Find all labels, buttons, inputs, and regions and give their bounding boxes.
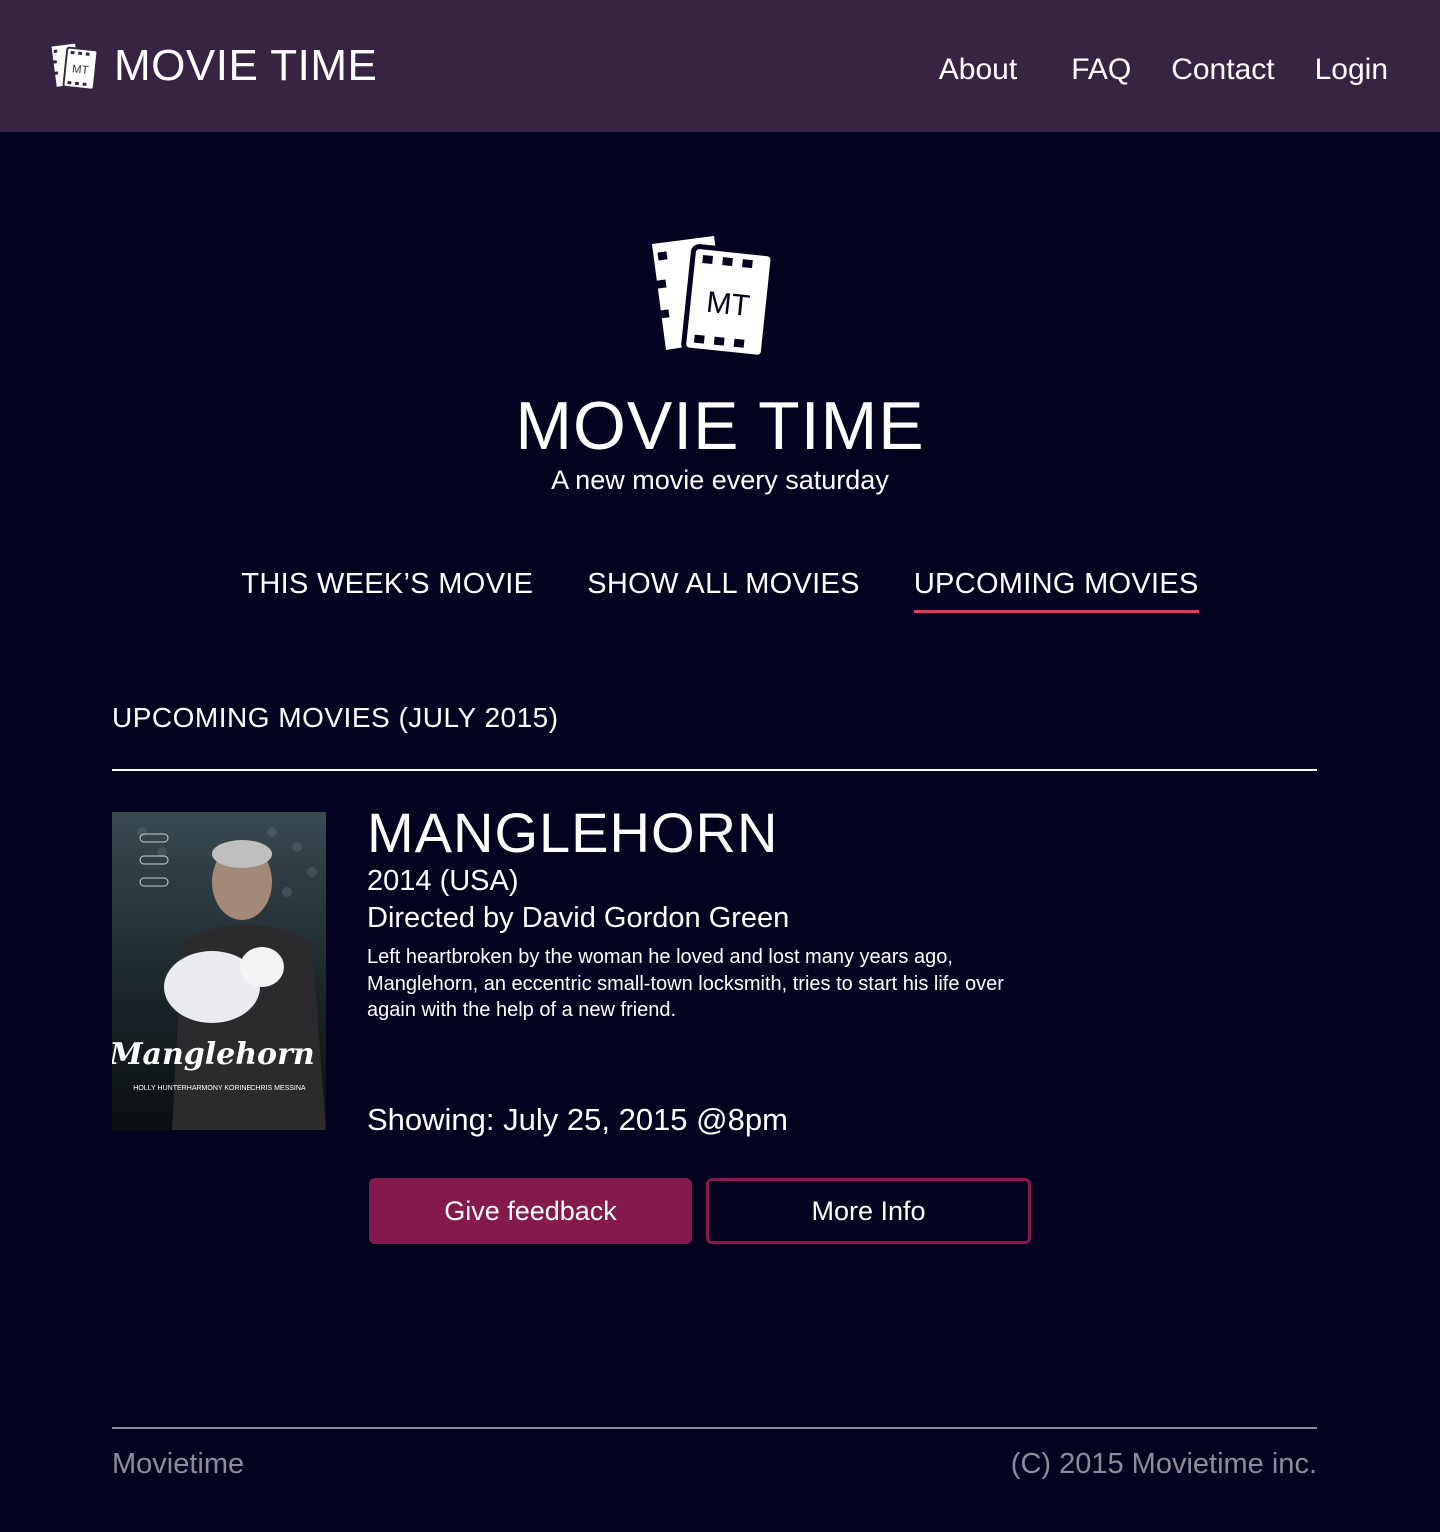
svg-text:Manglehorn: Manglehorn bbox=[112, 1037, 315, 1072]
more-info-button[interactable]: More Info bbox=[706, 1178, 1031, 1244]
hero-title: MOVIE TIME bbox=[515, 388, 925, 464]
nav-contact[interactable]: Contact bbox=[1171, 52, 1274, 88]
footer-divider bbox=[112, 1427, 1317, 1429]
movie-tabs: THIS WEEK’S MOVIE SHOW ALL MOVIES UPCOMI… bbox=[0, 566, 1440, 613]
movie-poster[interactable]: Manglehorn HOLLY HUNTER HARMONY KORINE C… bbox=[112, 812, 326, 1130]
footer-brand: Movietime bbox=[112, 1448, 245, 1480]
svg-text:MT: MT bbox=[71, 63, 89, 77]
svg-text:HARMONY KORINE: HARMONY KORINE bbox=[187, 1085, 252, 1092]
top-navbar: MT MOVIE TIME About FAQ Contact Login bbox=[0, 0, 1440, 132]
movie-showtime: Showing: July 25, 2015 @8pm bbox=[367, 1102, 788, 1137]
footer-copyright: (C) 2015 Movietime inc. bbox=[1010, 1448, 1317, 1480]
hero-tagline: A new movie every saturday bbox=[551, 465, 889, 495]
tab-this-weeks-movie[interactable]: THIS WEEK’S MOVIE bbox=[241, 566, 533, 613]
section-heading: UPCOMING MOVIES (JULY 2015) bbox=[112, 702, 559, 733]
main-nav: About FAQ Contact Login bbox=[939, 52, 1388, 88]
tab-upcoming-movies[interactable]: UPCOMING MOVIES bbox=[913, 566, 1199, 613]
hero-film-ticket-logo-icon: MT bbox=[652, 236, 776, 360]
nav-faq[interactable]: FAQ bbox=[1071, 52, 1131, 88]
film-ticket-logo-icon: MT bbox=[51, 43, 99, 91]
svg-text:HOLLY HUNTER: HOLLY HUNTER bbox=[133, 1085, 186, 1092]
brand-name: MOVIE TIME bbox=[114, 41, 378, 90]
movie-title: MANGLEHORN bbox=[367, 801, 779, 864]
movie-director: Directed by David Gordon Green bbox=[367, 902, 790, 934]
nav-login[interactable]: Login bbox=[1315, 52, 1388, 88]
give-feedback-button[interactable]: Give feedback bbox=[369, 1178, 692, 1244]
movie-synopsis: Left heartbroken by the woman he loved a… bbox=[367, 946, 1004, 1021]
brand-link[interactable]: MT MOVIE TIME bbox=[50, 40, 377, 92]
svg-text:CHRIS MESSINA: CHRIS MESSINA bbox=[250, 1085, 306, 1092]
movie-year: 2014 (USA) bbox=[367, 865, 519, 897]
poster-artwork: Manglehorn HOLLY HUNTER HARMONY KORINE C… bbox=[112, 812, 326, 1130]
svg-text:MT: MT bbox=[705, 286, 752, 323]
nav-about[interactable]: About bbox=[939, 52, 1017, 88]
section-divider bbox=[112, 769, 1317, 771]
tab-show-all-movies[interactable]: SHOW ALL MOVIES bbox=[587, 566, 860, 613]
